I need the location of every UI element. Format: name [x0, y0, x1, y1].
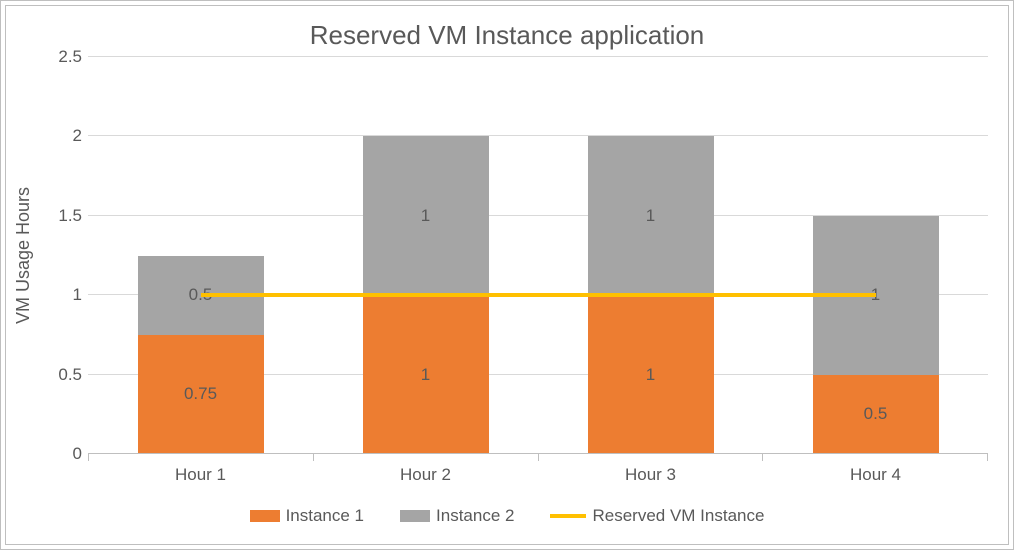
bar-stack: 0.750.5 [138, 57, 264, 454]
bar-stack: 11 [363, 57, 489, 454]
y-tick-label: 0 [73, 444, 82, 464]
x-axis-labels: Hour 1Hour 2Hour 3Hour 4 [6, 460, 1008, 496]
bar-segment-instance-2: 0.5 [138, 256, 264, 335]
chart-title: Reserved VM Instance application [6, 6, 1008, 57]
x-tick-mark [762, 454, 988, 461]
x-tick-marks [88, 454, 988, 461]
legend: Instance 1 Instance 2 Reserved VM Instan… [6, 496, 1008, 544]
bar-stack: 0.51 [813, 57, 939, 454]
plot-area: 0.750.511110.51 [88, 57, 988, 454]
y-tick-label: 1 [73, 285, 82, 305]
y-axis-ticks: 00.511.522.5 [42, 57, 88, 454]
bar-segment-instance-1: 1 [363, 295, 489, 454]
bar-layer: 0.750.511110.51 [88, 57, 988, 454]
bar-segment-instance-1: 0.75 [138, 335, 264, 454]
bar-segment-instance-1: 0.5 [813, 375, 939, 454]
x-tick-mark [313, 454, 538, 461]
legend-item-instance-2: Instance 2 [400, 506, 514, 526]
x-tick-mark [88, 454, 313, 461]
bar-segment-instance-2: 1 [588, 136, 714, 295]
legend-swatch-instance-2 [400, 510, 430, 522]
y-tick-label: 2.5 [58, 47, 82, 67]
x-tick-label: Hour 4 [763, 460, 988, 496]
bar-stack: 11 [588, 57, 714, 454]
legend-label-reserved: Reserved VM Instance [592, 506, 764, 526]
bar-segment-instance-2: 1 [363, 136, 489, 295]
legend-swatch-instance-1 [250, 510, 280, 522]
plot-row: VM Usage Hours 00.511.522.5 0.750.511110… [6, 57, 1008, 460]
legend-swatch-reserved-line [550, 514, 586, 518]
y-tick-label: 2 [73, 126, 82, 146]
y-tick-label: 0.5 [58, 365, 82, 385]
legend-item-reserved: Reserved VM Instance [550, 506, 764, 526]
x-tick-label: Hour 3 [538, 460, 763, 496]
y-axis-label: VM Usage Hours [14, 187, 35, 324]
x-tick-mark [538, 454, 763, 461]
y-axis-label-wrap: VM Usage Hours [6, 57, 42, 454]
y-tick-label: 1.5 [58, 206, 82, 226]
bar-slot: 0.51 [763, 57, 988, 454]
x-tick-label: Hour 2 [313, 460, 538, 496]
bar-segment-instance-2: 1 [813, 216, 939, 375]
chart-outer-frame: Reserved VM Instance application VM Usag… [0, 0, 1014, 550]
x-tick-label: Hour 1 [88, 460, 313, 496]
bar-slot: 11 [538, 57, 763, 454]
legend-label-instance-2: Instance 2 [436, 506, 514, 526]
bar-segment-instance-1: 1 [588, 295, 714, 454]
legend-item-instance-1: Instance 1 [250, 506, 364, 526]
legend-label-instance-1: Instance 1 [286, 506, 364, 526]
bar-slot: 11 [313, 57, 538, 454]
chart-inner-frame: Reserved VM Instance application VM Usag… [5, 5, 1009, 545]
bar-slot: 0.750.5 [88, 57, 313, 454]
